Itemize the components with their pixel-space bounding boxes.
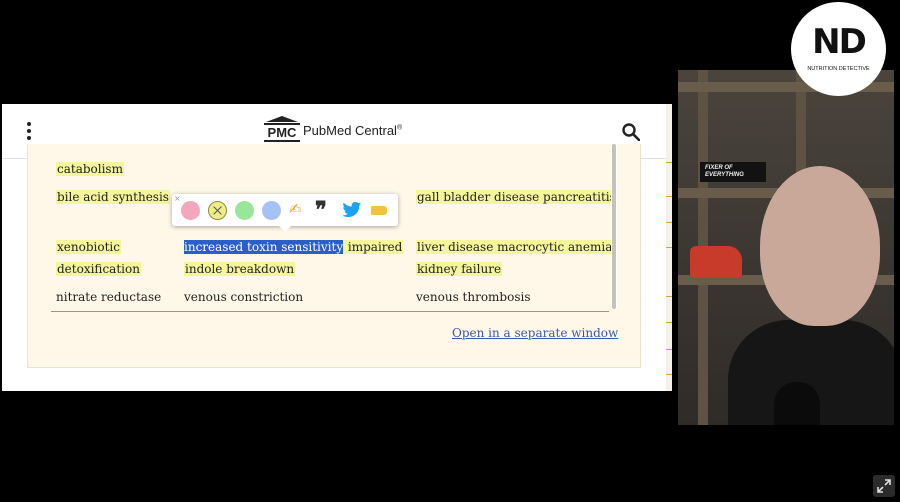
quote-icon[interactable]: ❞ [315,197,327,223]
pmc-logo[interactable]: PMC PubMed Central® [264,116,402,144]
table-divider [51,311,609,312]
fullscreen-button[interactable] [873,475,895,497]
table-card: catabolism bile acid synthesis gall blad… [27,144,641,368]
table-cell-selected[interactable]: increased toxin sensitivity impaired [184,236,404,258]
table-scroll-area[interactable]: catabolism bile acid synthesis gall blad… [28,144,618,312]
table-cell: catabolism [56,162,124,176]
search-icon[interactable] [622,123,640,141]
highlight-green-button[interactable] [235,201,254,220]
presenter-head [760,166,880,326]
table-cell: liver disease macrocytic anemia [416,240,614,254]
twitter-icon[interactable] [342,201,362,219]
webcam-video: FIXER OF EVERYTHING [678,70,894,425]
table-cell: kidney failure [416,262,503,276]
table-cell: gall bladder disease pancreatitis [416,190,617,204]
table-cell: venous constriction [184,290,304,304]
table-scrollbar[interactable] [611,144,617,309]
nutrition-detective-logo: ND NUTRITION DETECTIVE [791,2,886,96]
annotate-icon[interactable]: ✍ [289,200,302,218]
shelf-sign: FIXER OF EVERYTHING [700,162,766,182]
table-cell: nitrate reductase [56,290,162,304]
page-scrollbar[interactable] [666,104,672,391]
selected-text[interactable]: increased toxin sensitivity [184,240,344,254]
highlight-toolbar: × ✍ ❞ [172,194,398,232]
close-icon[interactable]: × [174,194,181,203]
browser-viewport: PMC PubMed Central® catabolism bile acid… [2,104,672,391]
table-cell: venous thrombosis [416,290,531,304]
pmc-logo-text: PubMed Central® [303,122,403,138]
microphone [774,382,820,425]
open-separate-window-link[interactable]: Open in a separate window [452,326,618,340]
table-cell: xenobiotic [56,240,121,254]
remove-highlight-button[interactable] [208,201,227,220]
highlight-blue-button[interactable] [262,201,281,220]
expand-icon [877,479,891,493]
pmc-logo-mark: PMC [264,116,300,144]
stapler [690,246,742,278]
highlight-pink-button[interactable] [181,201,200,220]
table-cell: indole breakdown [184,262,296,276]
tag-icon[interactable] [371,206,387,215]
table-cell: detoxification [56,262,141,276]
table-cell: bile acid synthesis [56,190,170,204]
menu-icon[interactable] [26,122,32,140]
